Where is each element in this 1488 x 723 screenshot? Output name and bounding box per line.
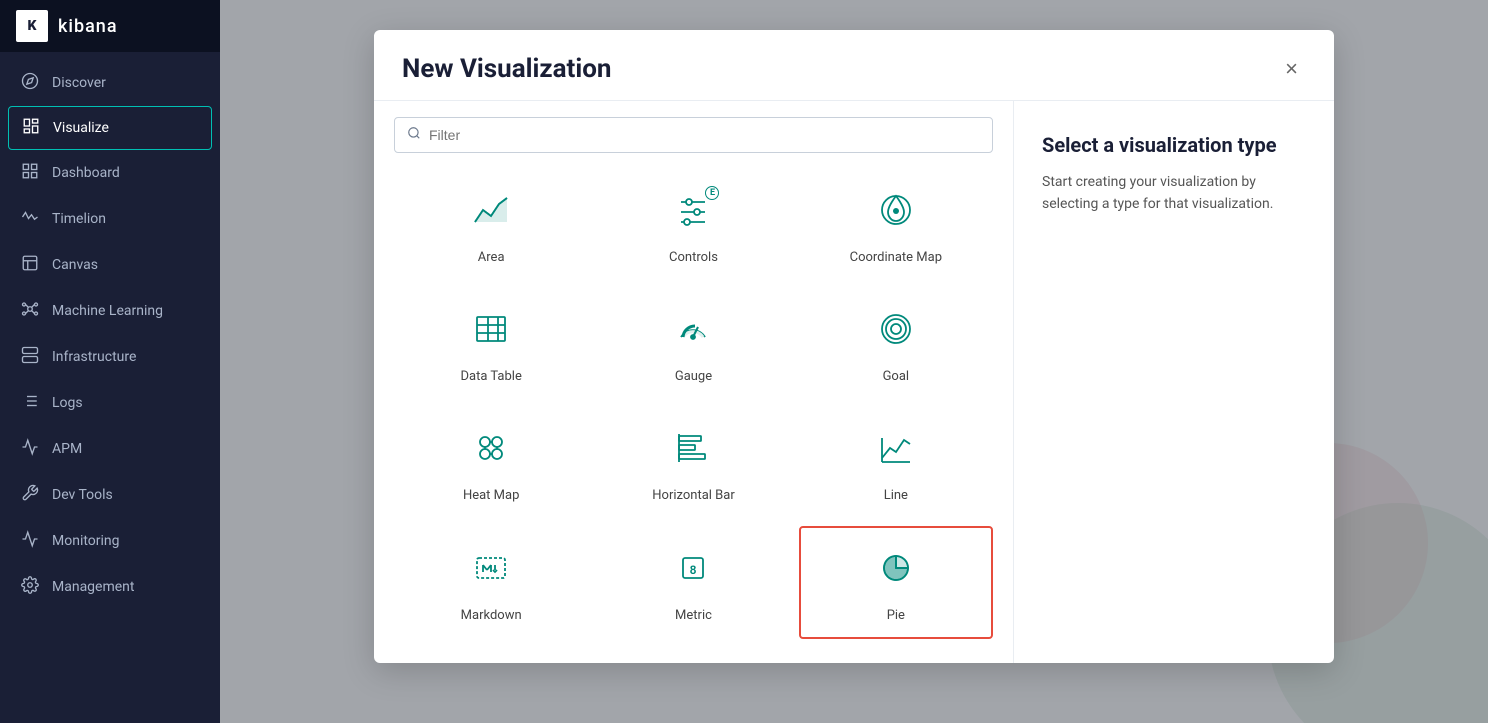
new-visualization-modal: New Visualization ×: [374, 30, 1334, 663]
viz-item-line[interactable]: Line: [799, 407, 993, 518]
viz-label-markdown: Markdown: [461, 608, 522, 623]
info-panel: Select a visualization type Start creati…: [1014, 101, 1334, 663]
sidebar-item-logs[interactable]: Logs: [0, 380, 220, 426]
ml-icon: [20, 300, 40, 322]
viz-label-pie: Pie: [887, 608, 905, 623]
coordinate-map-icon-wrap: [876, 190, 916, 242]
viz-item-markdown[interactable]: Markdown: [394, 526, 588, 639]
sidebar-nav: Discover Visualize Dashboard Timelion Ca: [0, 52, 220, 723]
controls-badge: E: [705, 186, 719, 200]
sidebar-item-monitoring[interactable]: Monitoring: [0, 518, 220, 564]
viz-panel: Area: [374, 101, 1014, 663]
wave-icon: [20, 208, 40, 230]
viz-label-heat-map: Heat Map: [463, 488, 519, 503]
viz-item-coordinate-map[interactable]: Coordinate Map: [799, 169, 993, 280]
sidebar-item-infrastructure[interactable]: Infrastructure: [0, 334, 220, 380]
viz-item-controls[interactable]: E Controls: [596, 169, 790, 280]
svg-text:8: 8: [690, 563, 697, 577]
sidebar-label-infrastructure: Infrastructure: [52, 349, 136, 365]
sidebar-item-apm[interactable]: APM: [0, 426, 220, 472]
horizontal-bar-icon-wrap: [673, 428, 713, 480]
viz-label-coordinate-map: Coordinate Map: [850, 250, 942, 265]
viz-label-data-table: Data Table: [460, 369, 521, 384]
viz-item-data-table[interactable]: Data Table: [394, 288, 588, 399]
sidebar-label-dashboard: Dashboard: [52, 165, 120, 181]
sidebar-label-discover: Discover: [52, 75, 106, 91]
logo-area: K kibana: [0, 0, 220, 52]
main-content: New Visualization ×: [220, 0, 1488, 723]
viz-item-area[interactable]: Area: [394, 169, 588, 280]
viz-item-gauge[interactable]: Gauge: [596, 288, 790, 399]
viz-label-horizontal-bar: Horizontal Bar: [652, 488, 734, 503]
pie-icon-wrap: [876, 548, 916, 600]
sidebar-label-visualize: Visualize: [53, 120, 109, 136]
area-icon-wrap: [471, 190, 511, 242]
sidebar-item-dashboard[interactable]: Dashboard: [0, 150, 220, 196]
sidebar-label-ml: Machine Learning: [52, 303, 163, 319]
kibana-logo-text: kibana: [58, 16, 118, 37]
sidebar: K kibana Discover Visualize Dashboard: [0, 0, 220, 723]
monitor-icon: [20, 530, 40, 552]
line-icon-wrap: [876, 428, 916, 480]
viz-row-4: Markdown 8 Metric: [394, 526, 993, 639]
viz-label-goal: Goal: [883, 369, 910, 384]
sidebar-label-canvas: Canvas: [52, 257, 98, 273]
server-icon: [20, 346, 40, 368]
controls-icon-wrap: E: [673, 190, 713, 242]
info-title: Select a visualization type: [1042, 133, 1306, 157]
viz-row-3: Heat Map: [394, 407, 993, 518]
sidebar-label-logs: Logs: [52, 395, 83, 411]
sidebar-item-discover[interactable]: Discover: [0, 60, 220, 106]
viz-item-metric[interactable]: 8 Metric: [596, 526, 790, 639]
gauge-icon-wrap: [673, 309, 713, 361]
wrench-icon: [20, 484, 40, 506]
modal-close-button[interactable]: ×: [1277, 54, 1306, 84]
modal-header: New Visualization ×: [374, 30, 1334, 101]
modal-body: Area: [374, 101, 1334, 663]
data-table-icon-wrap: [471, 309, 511, 361]
sidebar-label-devtools: Dev Tools: [52, 487, 113, 503]
viz-grid: Area: [374, 169, 1013, 647]
sidebar-item-canvas[interactable]: Canvas: [0, 242, 220, 288]
sidebar-item-timelion[interactable]: Timelion: [0, 196, 220, 242]
markdown-icon-wrap: [471, 548, 511, 600]
info-description: Start creating your visualization by sel…: [1042, 171, 1306, 216]
sidebar-item-machine-learning[interactable]: Machine Learning: [0, 288, 220, 334]
gear-icon: [20, 576, 40, 598]
canvas-icon: [20, 254, 40, 276]
viz-item-horizontal-bar[interactable]: Horizontal Bar: [596, 407, 790, 518]
goal-icon-wrap: [876, 309, 916, 361]
sidebar-item-devtools[interactable]: Dev Tools: [0, 472, 220, 518]
apm-icon: [20, 438, 40, 460]
sidebar-label-management: Management: [52, 579, 134, 595]
metric-icon-wrap: 8: [673, 548, 713, 600]
sidebar-label-apm: APM: [52, 441, 82, 457]
kibana-logo-icon: K: [16, 10, 48, 42]
viz-item-heat-map[interactable]: Heat Map: [394, 407, 588, 518]
chart-icon: [21, 117, 41, 139]
viz-row-2: Data Table: [394, 288, 993, 399]
sidebar-label-monitoring: Monitoring: [52, 533, 120, 549]
viz-item-pie[interactable]: Pie: [799, 526, 993, 639]
sidebar-label-timelion: Timelion: [52, 211, 106, 227]
filter-input[interactable]: [429, 127, 980, 143]
grid-icon: [20, 162, 40, 184]
viz-item-goal[interactable]: Goal: [799, 288, 993, 399]
search-icon: [407, 126, 421, 144]
viz-label-area: Area: [478, 250, 505, 265]
viz-label-gauge: Gauge: [675, 369, 712, 384]
sidebar-item-management[interactable]: Management: [0, 564, 220, 610]
sidebar-item-visualize[interactable]: Visualize: [8, 106, 212, 150]
modal-overlay: New Visualization ×: [220, 0, 1488, 723]
list-icon: [20, 392, 40, 414]
viz-row-1: Area: [394, 169, 993, 280]
modal-title: New Visualization: [402, 54, 611, 84]
heat-map-icon-wrap: [471, 428, 511, 480]
compass-icon: [20, 72, 40, 94]
viz-label-controls: Controls: [669, 250, 718, 265]
viz-label-line: Line: [884, 488, 908, 503]
viz-search-bar[interactable]: [394, 117, 993, 153]
viz-label-metric: Metric: [675, 608, 712, 623]
